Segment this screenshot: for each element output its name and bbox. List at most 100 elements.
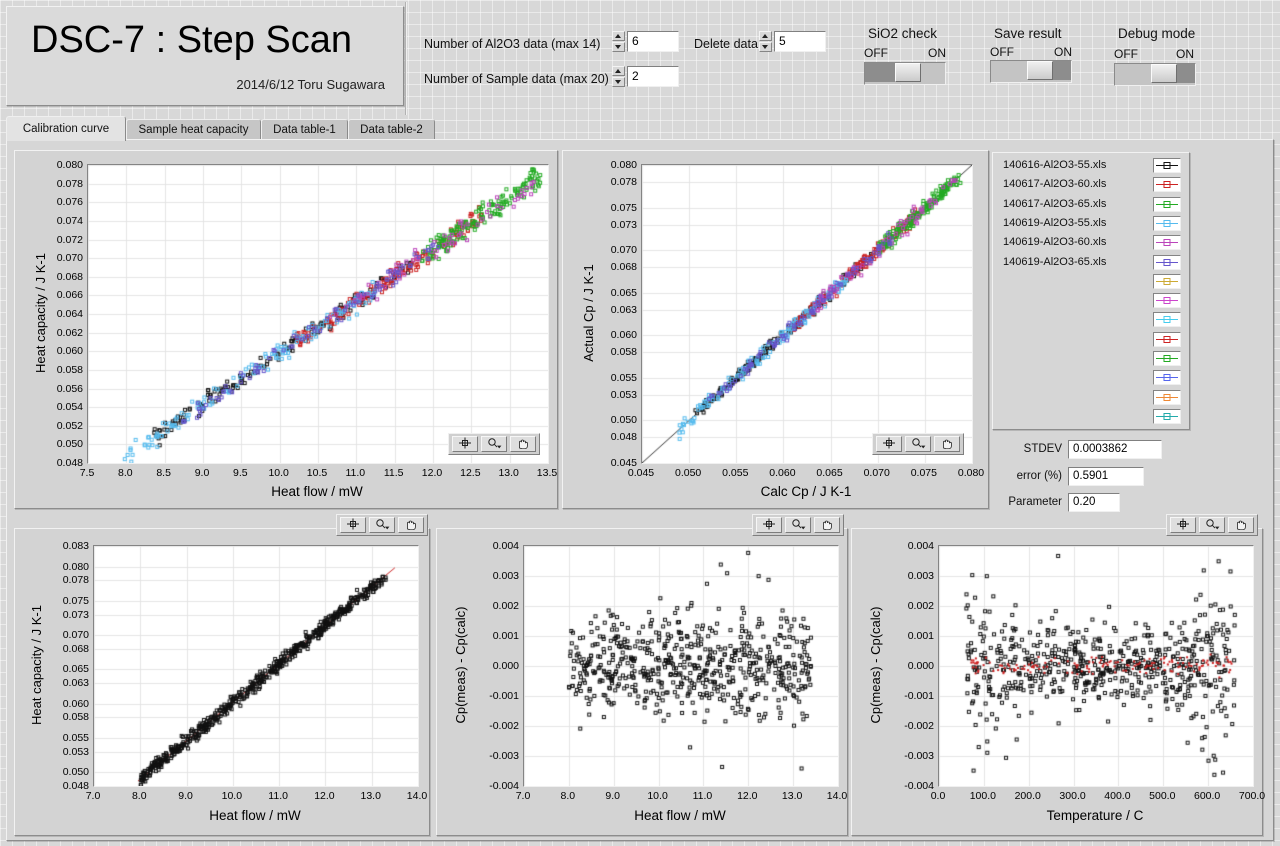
sample-count-input[interactable]: 2 xyxy=(627,66,679,87)
plot-area xyxy=(938,545,1254,787)
cross-tool-button[interactable] xyxy=(756,517,782,533)
legend-file-name: 140617-Al2O3-60.xls xyxy=(1003,177,1106,192)
legend-plot-glyph[interactable] xyxy=(1153,370,1181,385)
save-result-toggle[interactable] xyxy=(990,60,1072,83)
legend-plot-glyph[interactable] xyxy=(1153,351,1181,366)
debug-mode-label: Debug mode xyxy=(1118,26,1195,41)
x-tick-label: 100.0 xyxy=(960,790,1006,802)
legend-plot-glyph[interactable] xyxy=(1153,274,1181,289)
title-panel: DSC-7 : Step Scan 2014/6/12 Toru Sugawar… xyxy=(6,6,404,106)
pan-tool-button[interactable] xyxy=(510,436,536,452)
x-tick-label: 13.0 xyxy=(348,790,394,802)
y-tick-label: 0.070 xyxy=(591,244,637,256)
y-tick-label: 0.076 xyxy=(37,196,83,208)
graph-palette xyxy=(752,514,844,536)
y-tick-label: 0.065 xyxy=(43,663,89,675)
x-tick-label: 10.0 xyxy=(209,790,255,802)
delete-data-stepper[interactable] xyxy=(759,31,772,52)
pan-tool-button[interactable] xyxy=(1228,517,1254,533)
legend-plot-glyph[interactable] xyxy=(1153,216,1181,231)
y-tick-label: 0.064 xyxy=(37,308,83,320)
x-tick-label: 700.0 xyxy=(1229,790,1275,802)
x-tick-label: 0.075 xyxy=(901,467,947,479)
y-tick-label: 0.070 xyxy=(37,252,83,264)
sample-count-stepper[interactable] xyxy=(612,66,625,87)
plot-canvas[interactable] xyxy=(94,546,418,786)
x-tick-label: 200.0 xyxy=(1005,790,1051,802)
x-axis-label: Calc Cp / J K-1 xyxy=(641,484,971,499)
increment-icon[interactable] xyxy=(612,66,625,76)
y-tick-label: 0.063 xyxy=(43,677,89,689)
tab-calibration-curve[interactable]: Calibration curve xyxy=(6,116,126,141)
zoom-tool-button[interactable] xyxy=(1199,517,1225,533)
cross-tool-button[interactable] xyxy=(340,517,366,533)
plot-area xyxy=(93,545,419,787)
y-tick-label: 0.004 xyxy=(473,540,519,552)
y-tick-label: 0.075 xyxy=(591,202,637,214)
al2o3-count-stepper[interactable] xyxy=(612,31,625,52)
y-tick-label: 0.055 xyxy=(591,372,637,384)
toggle-handle[interactable] xyxy=(895,63,921,82)
y-tick-label: 0.080 xyxy=(37,159,83,171)
delete-data-input[interactable]: 5 xyxy=(774,31,826,52)
pan-tool-button[interactable] xyxy=(398,517,424,533)
x-tick-label: 500.0 xyxy=(1139,790,1185,802)
legend-plot-glyph[interactable] xyxy=(1153,158,1181,173)
y-tick-label: 0.002 xyxy=(888,600,934,612)
plot-canvas[interactable] xyxy=(939,546,1253,786)
decrement-icon[interactable] xyxy=(759,42,772,52)
tab-data-table-1[interactable]: Data table-1 xyxy=(261,119,348,140)
increment-icon[interactable] xyxy=(759,31,772,41)
hand-icon xyxy=(820,518,834,533)
tab-sample-heat-capacity[interactable]: Sample heat capacity xyxy=(126,119,261,140)
legend-plot-glyph[interactable] xyxy=(1153,332,1181,347)
pan-tool-button[interactable] xyxy=(814,517,840,533)
chart-residual-vs-temperature: Cp(meas) - Cp(calc) Temperature / C -0.0… xyxy=(851,528,1263,836)
legend-plot-glyph[interactable] xyxy=(1153,293,1181,308)
legend-plot-glyph[interactable] xyxy=(1153,390,1181,405)
increment-icon[interactable] xyxy=(612,31,625,41)
y-tick-label: 0.058 xyxy=(43,711,89,723)
crosshair-icon xyxy=(762,518,776,533)
x-tick-label: 0.065 xyxy=(807,467,853,479)
zoom-tool-button[interactable] xyxy=(905,436,931,452)
pan-tool-button[interactable] xyxy=(934,436,960,452)
legend-plot-glyph[interactable] xyxy=(1153,409,1181,424)
zoom-tool-button[interactable] xyxy=(481,436,507,452)
decrement-icon[interactable] xyxy=(612,42,625,52)
x-tick-label: 10.0 xyxy=(635,790,681,802)
sio2-off-label: OFF xyxy=(864,46,888,60)
debug-off-label: OFF xyxy=(1114,47,1138,61)
sio2-check-toggle[interactable] xyxy=(864,62,946,85)
zoom-tool-button[interactable] xyxy=(785,517,811,533)
parameter-input[interactable]: 0.20 xyxy=(1068,493,1120,512)
decrement-icon[interactable] xyxy=(612,77,625,87)
plot-canvas[interactable] xyxy=(642,165,972,463)
y-tick-label: 0.083 xyxy=(43,540,89,552)
tab-data-table-2[interactable]: Data table-2 xyxy=(348,119,435,140)
cross-tool-button[interactable] xyxy=(452,436,478,452)
toggle-handle[interactable] xyxy=(1151,64,1177,83)
plot-canvas[interactable] xyxy=(88,165,548,463)
y-tick-label: -0.002 xyxy=(473,720,519,732)
cross-tool-button[interactable] xyxy=(1170,517,1196,533)
toggle-handle[interactable] xyxy=(1027,61,1053,80)
debug-mode-toggle[interactable] xyxy=(1114,63,1196,86)
graph-palette xyxy=(336,514,428,536)
legend-plot-glyph[interactable] xyxy=(1153,197,1181,212)
al2o3-count-input[interactable]: 6 xyxy=(627,31,679,52)
legend-plot-glyph[interactable] xyxy=(1153,235,1181,250)
y-tick-label: -0.001 xyxy=(473,690,519,702)
x-tick-label: 600.0 xyxy=(1184,790,1230,802)
x-tick-label: 0.050 xyxy=(665,467,711,479)
y-tick-label: 0.050 xyxy=(591,414,637,426)
y-tick-label: 0.063 xyxy=(591,304,637,316)
legend-plot-glyph[interactable] xyxy=(1153,312,1181,327)
zoom-tool-button[interactable] xyxy=(369,517,395,533)
legend-plot-glyph[interactable] xyxy=(1153,177,1181,192)
plot-canvas[interactable] xyxy=(524,546,838,786)
y-tick-label: -0.001 xyxy=(888,690,934,702)
cross-tool-button[interactable] xyxy=(876,436,902,452)
y-tick-label: 0.073 xyxy=(43,609,89,621)
legend-plot-glyph[interactable] xyxy=(1153,255,1181,270)
